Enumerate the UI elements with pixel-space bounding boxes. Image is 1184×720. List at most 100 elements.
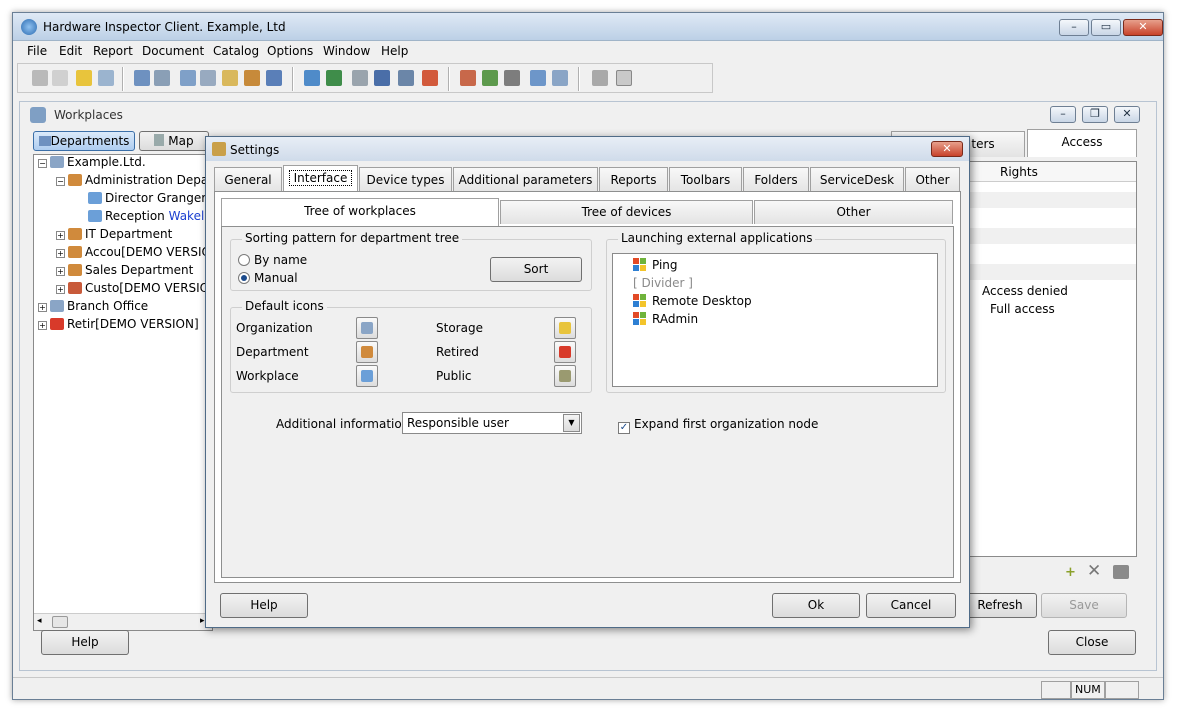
delete-icon[interactable]: ✕ [1087,561,1101,581]
collapse-icon[interactable]: − [56,177,65,186]
help-icon[interactable] [76,70,92,86]
list-item[interactable]: RAdmin [633,312,698,326]
print-icon[interactable] [32,70,48,86]
storage-icon-button[interactable] [554,317,576,339]
stop-icon[interactable] [616,70,632,86]
tab-departments[interactable]: Departments [33,131,135,151]
numbers-icon[interactable] [398,70,414,86]
tree-node-workplace[interactable]: Director Granger, [88,191,210,209]
expand-icon[interactable]: + [56,249,65,258]
horizontal-scrollbar[interactable]: ◂ ▸ [34,613,212,630]
departments-icon[interactable] [134,70,150,86]
radio-by-name[interactable]: By name [238,253,307,267]
tab-map[interactable]: Map [139,131,209,151]
tree-node-organization[interactable]: + Branch Office [38,299,148,317]
tab-servicedesk[interactable]: ServiceDesk [810,167,904,193]
tab-interface[interactable]: Interface [283,165,358,193]
tree-node-department[interactable]: − Administration Depa [56,173,208,191]
workplaces-close-button[interactable]: ✕ [1114,106,1140,123]
list-item[interactable]: [ Divider ] [633,276,693,290]
user-icon[interactable] [460,70,476,86]
document-icon[interactable] [52,70,68,86]
tree-node-organization[interactable]: − Example.Ltd. [38,155,146,173]
save-button[interactable]: Save [1041,593,1127,618]
subtab-tree-of-workplaces[interactable]: Tree of workplaces [221,198,499,226]
tab-general[interactable]: General [214,167,282,193]
close-window-button[interactable]: ✕ [1123,19,1163,36]
search-workplaces-icon[interactable] [200,70,216,86]
menu-help[interactable]: Help [381,44,408,58]
menu-edit[interactable]: Edit [59,44,82,58]
settings-close-button[interactable]: ✕ [931,141,963,157]
sort-button[interactable]: Sort [490,257,582,282]
ip-icon[interactable] [374,70,390,86]
tab-other[interactable]: Other [905,167,960,193]
search-devices-icon[interactable] [180,70,196,86]
list-icon[interactable] [154,70,170,86]
tree-node-department[interactable]: + Sales Department [56,263,193,281]
subtab-tree-of-devices[interactable]: Tree of devices [500,200,753,224]
scroll-left-icon[interactable]: ◂ [37,616,42,626]
chevron-down-icon[interactable]: ▼ [563,414,580,432]
list-item[interactable]: Ping [633,258,678,272]
tab-access[interactable]: Access [1027,129,1137,157]
scanner-icon[interactable] [352,70,368,86]
expand-icon[interactable]: + [56,267,65,276]
tree-node-retired[interactable]: + Retir[DEMO VERSION] [38,317,199,335]
rights-item[interactable]: Full access [990,302,1055,316]
expand-icon[interactable]: + [56,231,65,240]
public-icon-button[interactable] [554,365,576,387]
edit-icon[interactable] [1113,565,1129,579]
radio-manual[interactable]: Manual [238,271,298,285]
close-button[interactable]: Close [1048,630,1136,655]
ok-button[interactable]: Ok [772,593,860,618]
menu-file[interactable]: File [27,44,47,58]
database-icon[interactable] [592,70,608,86]
tab-toolbars[interactable]: Toolbars [669,167,742,193]
tools-icon[interactable] [504,70,520,86]
add-icon[interactable]: + [1065,565,1076,580]
tree-node-department[interactable]: + Accou[DEMO VERSIO [56,245,211,263]
additional-info-select[interactable]: Responsible user ▼ [402,412,582,434]
window-icon[interactable] [98,70,114,86]
workplaces-restore-button[interactable]: ❐ [1082,106,1108,123]
menu-catalog[interactable]: Catalog [213,44,259,58]
user-search-icon[interactable] [266,70,282,86]
list-item[interactable]: Remote Desktop [633,294,752,308]
tab-folders[interactable]: Folders [743,167,809,193]
workplaces-minimize-button[interactable]: – [1050,106,1076,123]
hardware-icon[interactable] [326,70,342,86]
tab-device-types[interactable]: Device types [359,167,452,193]
workplace-icon-button[interactable] [356,365,378,387]
search-documents-icon[interactable] [222,70,238,86]
tree-node-department[interactable]: + Custo[DEMO VERSIO [56,281,209,299]
rights-item[interactable]: Access denied [982,284,1068,298]
users-icon[interactable] [482,70,498,86]
maximize-button[interactable]: ▭ [1091,19,1121,36]
tab-additional-parameters[interactable]: Additional parameters [453,167,598,193]
tab-reports[interactable]: Reports [599,167,668,193]
scroll-right-icon[interactable]: ▸ [200,616,205,626]
department-icon-button[interactable] [356,341,378,363]
refresh-icon[interactable] [552,70,568,86]
expand-icon[interactable]: + [56,285,65,294]
help-button[interactable]: Help [41,630,129,655]
menu-window[interactable]: Window [323,44,370,58]
cancel-button[interactable]: Cancel [866,593,956,618]
external-apps-list[interactable]: Ping [ Divider ] Remote Desktop RAdmin [612,253,938,387]
expand-icon[interactable]: + [38,321,47,330]
menu-options[interactable]: Options [267,44,313,58]
network-icon[interactable] [304,70,320,86]
menu-document[interactable]: Document [142,44,204,58]
menu-report[interactable]: Report [93,44,133,58]
find-icon[interactable] [244,70,260,86]
tree-node-department[interactable]: + IT Department [56,227,172,245]
settings-help-button[interactable]: Help [220,593,308,618]
refresh-button[interactable]: Refresh [963,593,1037,618]
department-tree[interactable]: − Example.Ltd. − Administration Depa Direc… [33,154,213,631]
collapse-icon[interactable]: − [38,159,47,168]
retired-icon-button[interactable] [554,341,576,363]
expand-first-node-checkbox[interactable]: ✓ Expand first organization node [618,417,818,434]
expand-icon[interactable]: + [38,303,47,312]
computer-icon[interactable] [530,70,546,86]
